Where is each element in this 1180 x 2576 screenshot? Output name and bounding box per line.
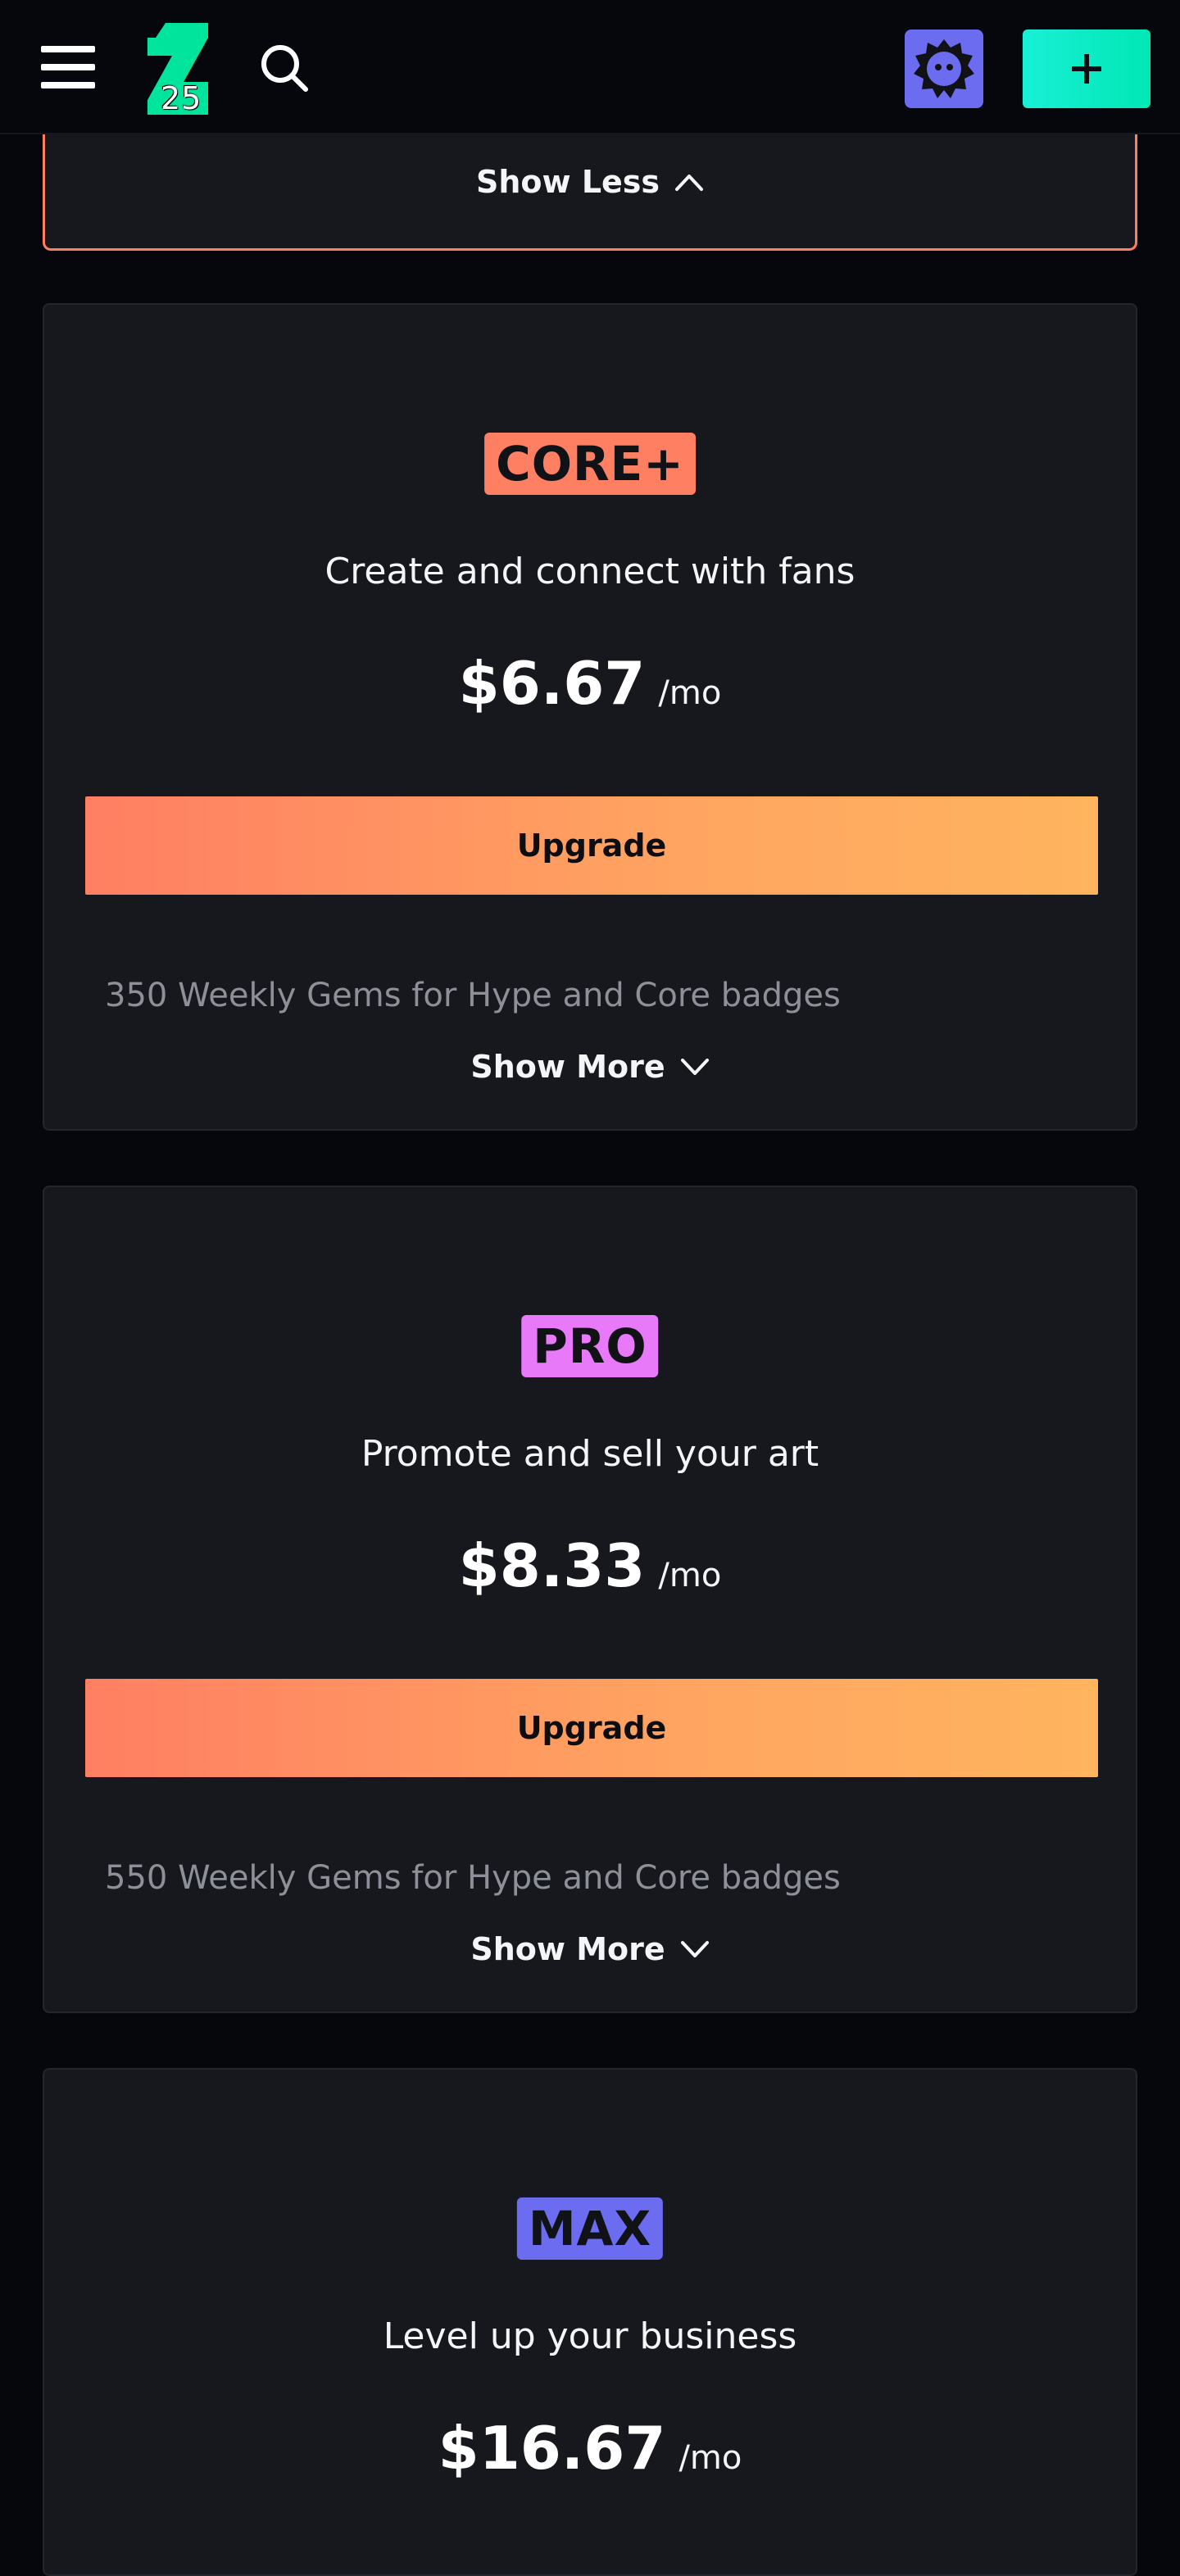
price-amount: $6.67 [458, 649, 646, 718]
search-button[interactable] [259, 43, 310, 93]
plan-tagline: Create and connect with fans [324, 551, 856, 592]
chevron-down-icon [680, 1059, 709, 1075]
price-period: /mo [658, 674, 722, 712]
deviantart-logo[interactable]: 25 [148, 23, 208, 116]
create-button[interactable] [1023, 29, 1150, 108]
avatar-icon [914, 39, 974, 98]
price-period: /mo [678, 2439, 742, 2477]
plan-card-pro: PRO Promote and sell your art $8.33 /mo … [43, 1186, 1137, 2013]
search-icon [261, 45, 308, 92]
top-nav-bar: 25 [0, 0, 1180, 134]
user-avatar-button[interactable] [905, 29, 983, 108]
plan-badge: PRO [521, 1315, 659, 1377]
plan-feature: 350 Weekly Gems for Hype and Core badges [105, 977, 841, 1014]
chevron-up-icon [675, 175, 704, 191]
plan-badge: CORE+ [484, 433, 696, 495]
price-amount: $16.67 [438, 2414, 666, 2483]
chevron-down-icon [680, 1941, 709, 1957]
menu-icon[interactable] [41, 46, 95, 90]
price-period: /mo [658, 1557, 722, 1594]
expanded-plan-card: Show Less [43, 123, 1137, 251]
plan-price: $8.33 /mo [44, 1531, 1136, 1600]
plan-feature: 550 Weekly Gems for Hype and Core badges [105, 1859, 841, 1897]
upgrade-button[interactable]: Upgrade [85, 1679, 1098, 1777]
plan-badge: MAX [516, 2197, 664, 2260]
show-more-button[interactable]: Show More [44, 1931, 1136, 1967]
plan-card-core-plus: CORE+ Create and connect with fans $6.67… [43, 303, 1137, 1131]
plan-tagline: Level up your business [383, 2315, 797, 2357]
logo-anniversary-number: 25 [161, 80, 202, 116]
upgrade-button[interactable]: Upgrade [85, 796, 1098, 895]
show-more-button[interactable]: Show More [44, 1049, 1136, 1085]
plan-price: $6.67 /mo [44, 649, 1136, 718]
plan-tagline: Promote and sell your art [361, 1433, 819, 1475]
plan-price: $16.67 /mo [44, 2414, 1136, 2483]
price-amount: $8.33 [458, 1531, 646, 1600]
plus-icon [1072, 54, 1101, 84]
show-less-button[interactable]: Show Less [45, 164, 1135, 200]
plan-card-max: MAX Level up your business $16.67 /mo [43, 2068, 1137, 2576]
